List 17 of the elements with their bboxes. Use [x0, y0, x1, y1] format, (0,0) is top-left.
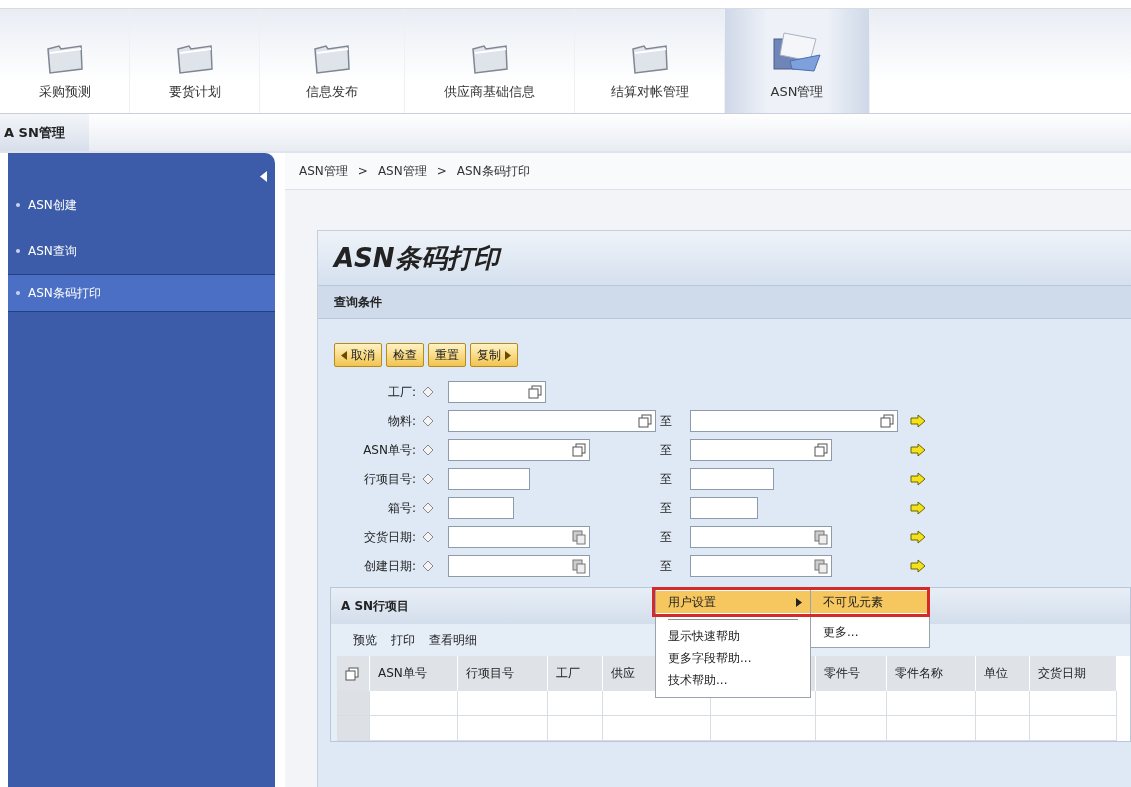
page-title: ASN条码打印 — [318, 231, 1131, 285]
to-label: 至 — [660, 470, 673, 488]
field-label: 交货日期: — [362, 528, 417, 546]
to-label: 至 — [660, 528, 673, 546]
to-label: 至 — [660, 441, 673, 459]
field-label: 工厂: — [386, 383, 417, 401]
breadcrumb-separator: > — [357, 164, 368, 178]
to-label: 至 — [660, 557, 673, 575]
field-label: 箱号: — [386, 499, 417, 517]
to-label: 至 — [660, 412, 673, 430]
field-label: ASN单号: — [362, 441, 417, 459]
field-label: 物料: — [386, 412, 417, 430]
breadcrumb-separator: > — [436, 164, 447, 178]
section-header: 查询条件 — [318, 285, 1131, 319]
field-label: 行项目号: — [362, 470, 417, 488]
to-label: 至 — [660, 499, 673, 517]
field-label: 创建日期: — [362, 557, 417, 575]
